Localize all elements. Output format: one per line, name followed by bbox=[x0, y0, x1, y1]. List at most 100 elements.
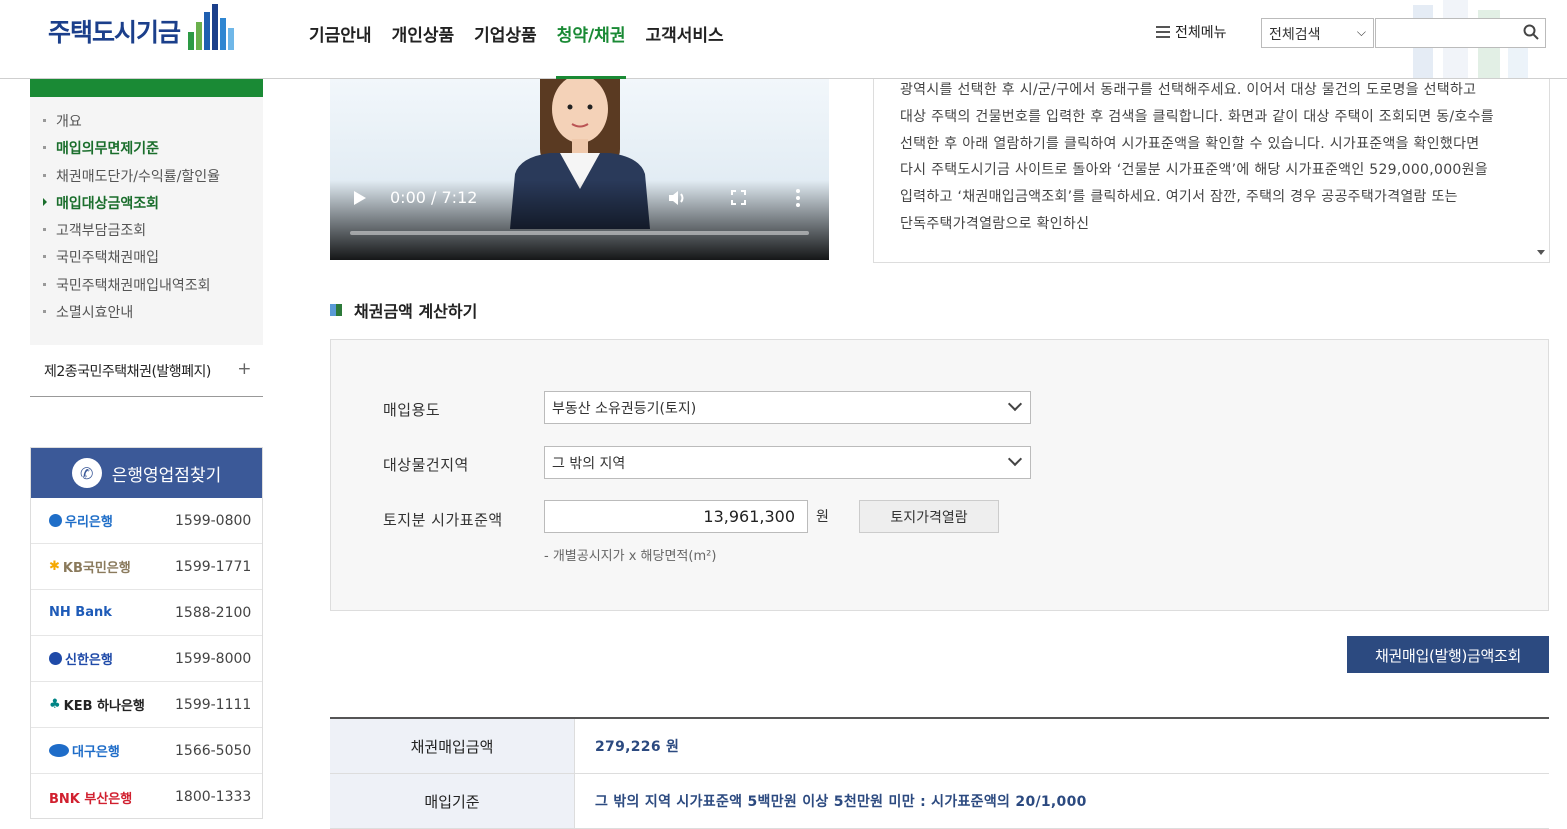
sidebar-item-bond-purchase[interactable]: 국민주택채권매입 bbox=[30, 247, 263, 274]
sidebar-item-amount-lookup[interactable]: 매입대상금액조회 bbox=[30, 193, 263, 220]
chevron-down-icon bbox=[1007, 396, 1023, 412]
chevron-down-icon: ⌵ bbox=[1356, 25, 1366, 39]
land-price-hint: - 개별공시지가 x 해당면적(m²) bbox=[544, 549, 717, 564]
sidebar-section2[interactable]: 제2종국민주택채권(발행폐지) + bbox=[30, 345, 263, 397]
chevron-down-icon bbox=[1007, 451, 1023, 467]
bank-row-nh[interactable]: NH Bank 1588-2100 bbox=[31, 590, 262, 636]
purpose-select[interactable]: 부동산 소유권등기(토지) bbox=[544, 391, 1031, 424]
bank-tel: 1800-1333 bbox=[175, 789, 252, 805]
logo-mark-icon bbox=[188, 4, 238, 54]
nav-subscription-bonds[interactable]: 청약/채권 bbox=[555, 0, 627, 79]
bank-tel: 1599-0800 bbox=[175, 512, 252, 529]
site-header: 주택도시기금 기금안내 개인상품 기업상품 청약/채권 고객서비스 전체메뉴 전… bbox=[0, 0, 1567, 79]
bank-row-woori[interactable]: 우리은행 1599-0800 bbox=[31, 498, 262, 544]
result-amount-value: 279,226 원 bbox=[595, 739, 680, 755]
purpose-value: 부동산 소유권등기(토지) bbox=[552, 401, 697, 417]
logo-text: 주택도시기금 bbox=[48, 18, 181, 47]
sidebar-item-exemption[interactable]: 매입의무면제기준 bbox=[30, 138, 263, 165]
nav-fund-info[interactable]: 기금안내 bbox=[309, 0, 372, 79]
hamburger-icon bbox=[1156, 26, 1170, 38]
shinhan-bank-logo: 신한은행 bbox=[49, 649, 169, 668]
region-label: 대상물건지역 bbox=[383, 456, 469, 474]
bank-finder: ✆ 은행영업점찾기 우리은행 1599-0800 ✱ KB국민은행 1599-1… bbox=[30, 447, 263, 819]
bank-name: KEB 하나은행 bbox=[63, 699, 145, 714]
search-scope-value: 전체검색 bbox=[1269, 27, 1321, 43]
woori-logo-icon bbox=[49, 514, 62, 527]
bank-tel: 1599-1111 bbox=[175, 696, 252, 713]
hana-bank-logo: ♣ KEB 하나은행 bbox=[49, 695, 169, 714]
play-icon[interactable] bbox=[354, 191, 366, 205]
video-controls: 0:00 / 7:12 bbox=[330, 185, 829, 215]
daegu-bank-logo: 대구은행 bbox=[49, 741, 169, 760]
bank-name: 대구은행 bbox=[72, 745, 120, 760]
scroll-down-icon[interactable] bbox=[1537, 250, 1545, 255]
more-options-icon[interactable] bbox=[795, 188, 801, 208]
video-player[interactable]: 0:00 / 7:12 bbox=[330, 79, 829, 260]
shinhan-logo-icon bbox=[49, 652, 62, 665]
all-menu-button[interactable]: 전체메뉴 bbox=[1156, 22, 1227, 42]
result-amount-label: 채권매입금액 bbox=[330, 719, 575, 773]
woori-bank-logo: 우리은행 bbox=[49, 511, 169, 530]
section-title-text: 채권금액 계산하기 bbox=[354, 302, 478, 321]
table-row: 채권매입금액 279,226 원 bbox=[330, 719, 1549, 774]
land-price-label: 토지분 시가표준액 bbox=[383, 511, 503, 529]
bank-name: 우리은행 bbox=[65, 515, 113, 530]
bank-tel: 1566-5050 bbox=[175, 742, 252, 759]
unit-label: 원 bbox=[816, 509, 829, 525]
sidebar-section2-label: 제2종국민주택채권(발행폐지) bbox=[44, 364, 211, 380]
kb-star-icon: ✱ bbox=[49, 559, 60, 574]
search-scope-select[interactable]: 전체검색 ⌵ bbox=[1261, 18, 1374, 48]
book-icon bbox=[330, 304, 342, 316]
plus-icon[interactable]: + bbox=[237, 359, 251, 379]
bank-name: 신한은행 bbox=[65, 653, 113, 668]
sidebar-submenu: 개요 매입의무면제기준 채권매도단가/수익률/할인율 매입대상금액조회 고객부담… bbox=[30, 97, 263, 345]
sidebar-item-price-yield[interactable]: 채권매도단가/수익률/할인율 bbox=[30, 166, 263, 193]
main-nav: 기금안내 개인상품 기업상품 청약/채권 고객서비스 bbox=[309, 0, 744, 79]
land-price-input[interactable]: 13,961,300 bbox=[544, 500, 808, 533]
logo[interactable]: 주택도시기금 bbox=[48, 4, 238, 56]
result-basis-label: 매입기준 bbox=[330, 774, 575, 828]
bank-row-kb[interactable]: ✱ KB국민은행 1599-1771 bbox=[31, 544, 262, 590]
hana-logo-icon: ♣ bbox=[49, 697, 61, 712]
busan-bank-logo: BNK 부산은행 bbox=[49, 788, 169, 807]
search-icon[interactable] bbox=[1523, 24, 1539, 40]
video-progress-bar[interactable] bbox=[350, 231, 809, 235]
bank-tel: 1599-8000 bbox=[175, 650, 252, 667]
video-script-box[interactable]: 광역시를 선택한 후 시/군/구에서 동래구를 선택해주세요. 이어서 대상 물… bbox=[873, 79, 1550, 263]
bank-row-daegu[interactable]: 대구은행 1566-5050 bbox=[31, 728, 262, 774]
land-price-view-button[interactable]: 토지가격열람 bbox=[859, 500, 999, 533]
bank-tel: 1599-1771 bbox=[175, 558, 252, 575]
nav-personal-products[interactable]: 개인상품 bbox=[392, 0, 455, 79]
sidebar-item-customer-charge[interactable]: 고객부담금조회 bbox=[30, 220, 263, 247]
table-row: 매입기준 그 밖의 지역 시가표준액 5백만원 이상 5천만원 미만 : 시가표… bbox=[330, 774, 1549, 829]
kb-bank-logo: ✱ KB국민은행 bbox=[49, 557, 169, 576]
bank-row-busan[interactable]: BNK 부산은행 1800-1333 bbox=[31, 774, 262, 820]
sidebar-item-overview[interactable]: 개요 bbox=[30, 111, 263, 138]
bank-tel: 1588-2100 bbox=[175, 604, 252, 621]
result-table: 채권매입금액 279,226 원 매입기준 그 밖의 지역 시가표준액 5백만원… bbox=[330, 717, 1549, 829]
nh-bank-logo: NH Bank bbox=[49, 605, 169, 620]
sidebar-item-purchase-history[interactable]: 국민주택채권매입내역조회 bbox=[30, 275, 263, 302]
bank-finder-title-text: 은행영업점찾기 bbox=[111, 465, 222, 486]
video-time: 0:00 / 7:12 bbox=[390, 188, 478, 207]
nav-customer-service[interactable]: 고객서비스 bbox=[645, 0, 723, 79]
nav-corporate-products[interactable]: 기업상품 bbox=[474, 0, 537, 79]
bank-name: BNK 부산은행 bbox=[49, 791, 133, 807]
bank-name: NH Bank bbox=[49, 605, 112, 620]
calculator-form: 매입용도 부동산 소유권등기(토지) 대상물건지역 그 밖의 지역 토지분 시가… bbox=[330, 339, 1549, 611]
bank-finder-title[interactable]: ✆ 은행영업점찾기 bbox=[31, 448, 262, 498]
all-menu-label: 전체메뉴 bbox=[1175, 25, 1227, 41]
bank-row-shinhan[interactable]: 신한은행 1599-8000 bbox=[31, 636, 262, 682]
region-value: 그 밖의 지역 bbox=[552, 456, 626, 472]
result-basis-value: 그 밖의 지역 시가표준액 5백만원 이상 5천만원 미만 : 시가표준액의 2… bbox=[595, 794, 1087, 810]
sidebar-item-prescription[interactable]: 소멸시효안내 bbox=[30, 302, 263, 329]
region-select[interactable]: 그 밖의 지역 bbox=[544, 446, 1031, 479]
bond-amount-query-button[interactable]: 채권매입(발행)금액조회 bbox=[1347, 636, 1549, 673]
volume-icon[interactable] bbox=[668, 189, 688, 207]
bank-row-hana[interactable]: ♣ KEB 하나은행 1599-1111 bbox=[31, 682, 262, 728]
search-input[interactable] bbox=[1375, 18, 1546, 48]
phone-icon: ✆ bbox=[71, 458, 102, 488]
dgb-logo-icon bbox=[49, 744, 69, 757]
purpose-label: 매입용도 bbox=[383, 401, 441, 419]
fullscreen-icon[interactable] bbox=[731, 190, 746, 205]
